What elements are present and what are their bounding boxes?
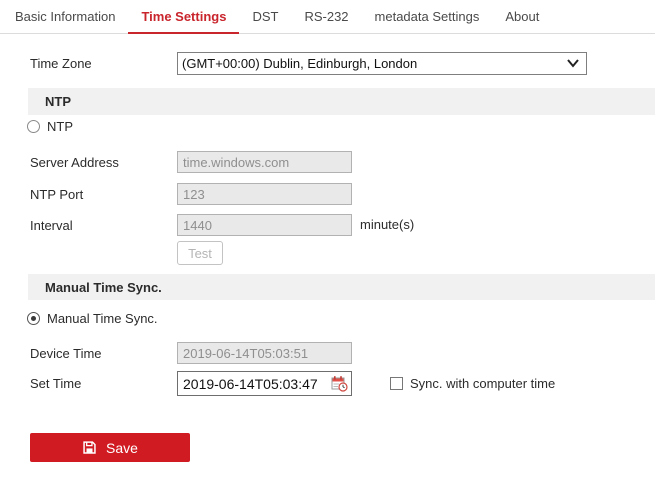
device-time-label: Device Time <box>30 342 102 365</box>
manual-sync-radio[interactable] <box>27 312 40 325</box>
test-button: Test <box>177 241 223 265</box>
time-settings-page: Basic Information Time Settings DST RS-2… <box>0 0 655 491</box>
set-time-input[interactable] <box>177 371 352 396</box>
set-time-label: Set Time <box>30 372 81 395</box>
manual-sync-section-title: Manual Time Sync. <box>28 280 162 295</box>
ntp-section-header: NTP <box>28 88 655 115</box>
timezone-select-wrap: (GMT+00:00) Dublin, Edinburgh, London <box>177 52 587 75</box>
ntp-radio[interactable] <box>27 120 40 133</box>
tab-metadata-settings[interactable]: metadata Settings <box>362 0 493 33</box>
ntp-port-label: NTP Port <box>30 183 83 206</box>
manual-sync-radio-row[interactable]: Manual Time Sync. <box>27 311 158 326</box>
tab-about[interactable]: About <box>492 0 552 33</box>
sync-computer-time-row[interactable]: Sync. with computer time <box>390 376 555 391</box>
tab-rs232[interactable]: RS-232 <box>291 0 361 33</box>
ntp-radio-label: NTP <box>47 119 73 134</box>
ntp-section-title: NTP <box>28 94 71 109</box>
tab-time-settings[interactable]: Time Settings <box>128 0 239 33</box>
save-button-label: Save <box>106 440 138 456</box>
sync-computer-time-checkbox[interactable] <box>390 377 403 390</box>
manual-sync-section-header: Manual Time Sync. <box>28 274 655 300</box>
timezone-select[interactable]: (GMT+00:00) Dublin, Edinburgh, London <box>177 52 587 75</box>
tab-basic-information[interactable]: Basic Information <box>2 0 128 33</box>
calendar-icon[interactable] <box>331 375 348 392</box>
save-icon <box>82 440 97 455</box>
ntp-port-input <box>177 183 352 205</box>
ntp-radio-row[interactable]: NTP <box>27 119 73 134</box>
timezone-label: Time Zone <box>30 52 92 75</box>
interval-unit: minute(s) <box>360 214 414 236</box>
tab-dst[interactable]: DST <box>239 0 291 33</box>
save-button[interactable]: Save <box>30 433 190 462</box>
set-time-wrap <box>177 371 352 396</box>
device-time-input <box>177 342 352 364</box>
interval-label: Interval <box>30 214 73 237</box>
manual-sync-radio-label: Manual Time Sync. <box>47 311 158 326</box>
server-address-label: Server Address <box>30 151 119 174</box>
sync-computer-time-label: Sync. with computer time <box>410 376 555 391</box>
server-address-input <box>177 151 352 173</box>
tab-bar: Basic Information Time Settings DST RS-2… <box>0 0 655 34</box>
interval-input <box>177 214 352 236</box>
